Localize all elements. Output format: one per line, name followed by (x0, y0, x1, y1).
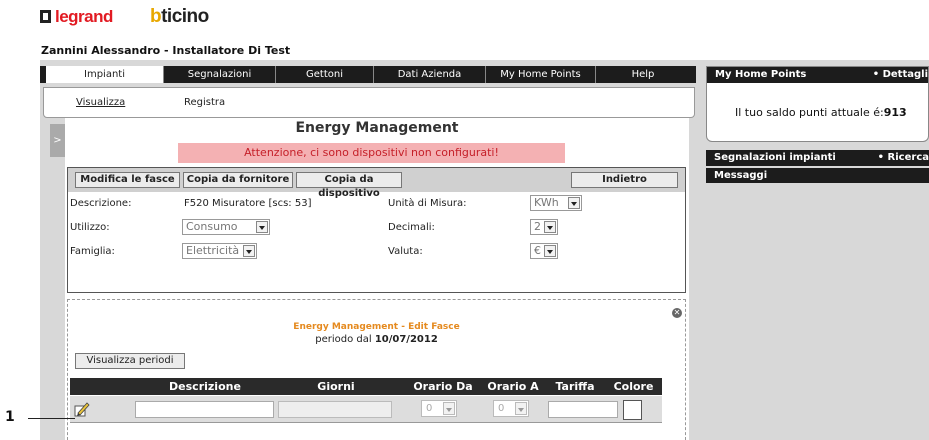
chevron-down-icon (443, 402, 455, 415)
decimali-select[interactable]: 2 (530, 219, 558, 235)
legrand-logo: legrand (40, 7, 113, 27)
decimali-label: Decimali: (388, 222, 435, 233)
edit-icon[interactable] (74, 401, 90, 417)
saldo-label: Il tuo saldo punti attuale é: (735, 106, 884, 119)
messaggi-header: Messaggi (706, 168, 929, 183)
tab-segnalazioni[interactable]: Segnalazioni (164, 66, 276, 83)
col-orario-da: Orario Da (413, 380, 473, 393)
copia-dispositivo-button[interactable]: Copia da dispositivo (296, 172, 402, 199)
chevron-down-icon (243, 245, 255, 257)
tab-my-home-points[interactable]: My Home Points (486, 66, 596, 83)
ricerca-link[interactable]: • Ricerca (878, 150, 929, 166)
bticino-logo: bticino (150, 6, 209, 27)
valuta-select[interactable]: € (530, 243, 558, 259)
modifica-fasce-button[interactable]: Modifica le fasce (75, 172, 180, 188)
page-title: Energy Management (295, 120, 459, 136)
utilizzo-label: Utilizzo: (70, 222, 110, 233)
col-colore: Colore (613, 380, 654, 393)
my-home-points-header: My Home Points • Dettagli (707, 67, 928, 83)
callout-number: 1 (5, 409, 15, 425)
valuta-label: Valuta: (388, 246, 423, 257)
col-orario-a: Orario A (487, 380, 539, 393)
tab-dati-azienda[interactable]: Dati Azienda (374, 66, 486, 83)
user-name: Zannini Alessandro - Installatore Di Tes… (41, 44, 291, 57)
colore-swatch[interactable] (623, 400, 642, 420)
sub-navigation (43, 87, 695, 118)
close-icon[interactable]: ✕ (672, 308, 682, 318)
famiglia-label: Famiglia: (70, 246, 115, 257)
utilizzo-select[interactable]: Consumo (182, 219, 270, 235)
chevron-down-icon (515, 402, 527, 415)
col-tariffa: Tariffa (555, 380, 595, 393)
giorni-input[interactable] (278, 401, 392, 418)
messaggi-title[interactable]: Messaggi (714, 168, 767, 183)
descrizione-label: Descrizione: (70, 198, 132, 209)
col-descrizione: Descrizione (169, 380, 241, 393)
collapse-panel-button[interactable]: > (50, 124, 65, 157)
chevron-down-icon (544, 245, 556, 257)
valuta-select-value: € (534, 244, 541, 257)
unita-select[interactable]: KWh (530, 195, 582, 211)
orario-da-select[interactable]: 0 (421, 400, 457, 417)
copia-fornitore-button[interactable]: Copia da fornitore (183, 172, 293, 188)
main-tabs: Impianti Segnalazioni Gettoni Dati Azien… (40, 66, 696, 83)
tab-help[interactable]: Help (596, 66, 690, 83)
callout-line (28, 418, 75, 419)
saldo-value: 913 (883, 106, 907, 119)
my-home-points-title: My Home Points (715, 69, 807, 80)
descrizione-value: F520 Misuratore [scs: 53] (184, 198, 312, 209)
period-prefix: periodo dal (315, 334, 372, 345)
utilizzo-select-value: Consumo (186, 220, 238, 233)
edit-fasce-period: periodo dal 10/07/2012 (67, 334, 686, 345)
dettagli-link[interactable]: • Dettagli (873, 67, 928, 83)
segnalazioni-title: Segnalazioni impianti (714, 152, 836, 163)
orario-a-select[interactable]: 0 (493, 400, 529, 417)
period-date: 10/07/2012 (374, 334, 438, 345)
col-giorni: Giorni (317, 380, 355, 393)
tab-impianti[interactable]: Impianti (46, 66, 164, 83)
warning-banner: Attenzione, ci sono dispositivi non conf… (178, 143, 565, 163)
descrizione-input[interactable] (135, 401, 274, 418)
edit-fasce-title: Energy Management - Edit Fasce (293, 322, 460, 332)
famiglia-select-value: Elettricità (186, 244, 240, 257)
subnav-registra[interactable]: Registra (184, 97, 225, 108)
famiglia-select[interactable]: Elettricità (182, 243, 257, 259)
visualizza-periodi-button[interactable]: Visualizza periodi (75, 353, 185, 369)
chevron-down-icon (544, 221, 556, 233)
chevron-down-icon (568, 197, 580, 209)
unita-select-value: KWh (534, 196, 559, 209)
tariffa-input[interactable] (548, 401, 618, 418)
orario-da-value: 0 (426, 403, 433, 414)
legrand-logo-text: legrand (55, 7, 113, 26)
saldo-text: Il tuo saldo punti attuale é:913 (735, 106, 907, 119)
decimali-select-value: 2 (534, 220, 541, 233)
chevron-down-icon (256, 221, 268, 233)
legrand-logo-icon (40, 10, 51, 23)
segnalazioni-header: Segnalazioni impianti • Ricerca (706, 150, 929, 166)
tab-gettoni[interactable]: Gettoni (276, 66, 374, 83)
unita-label: Unità di Misura: (388, 198, 467, 209)
my-home-points-box: My Home Points • Dettagli (706, 66, 929, 142)
indietro-button[interactable]: Indietro (571, 172, 678, 188)
subnav-visualizza[interactable]: Visualizza (76, 97, 125, 108)
orario-a-value: 0 (498, 403, 505, 414)
